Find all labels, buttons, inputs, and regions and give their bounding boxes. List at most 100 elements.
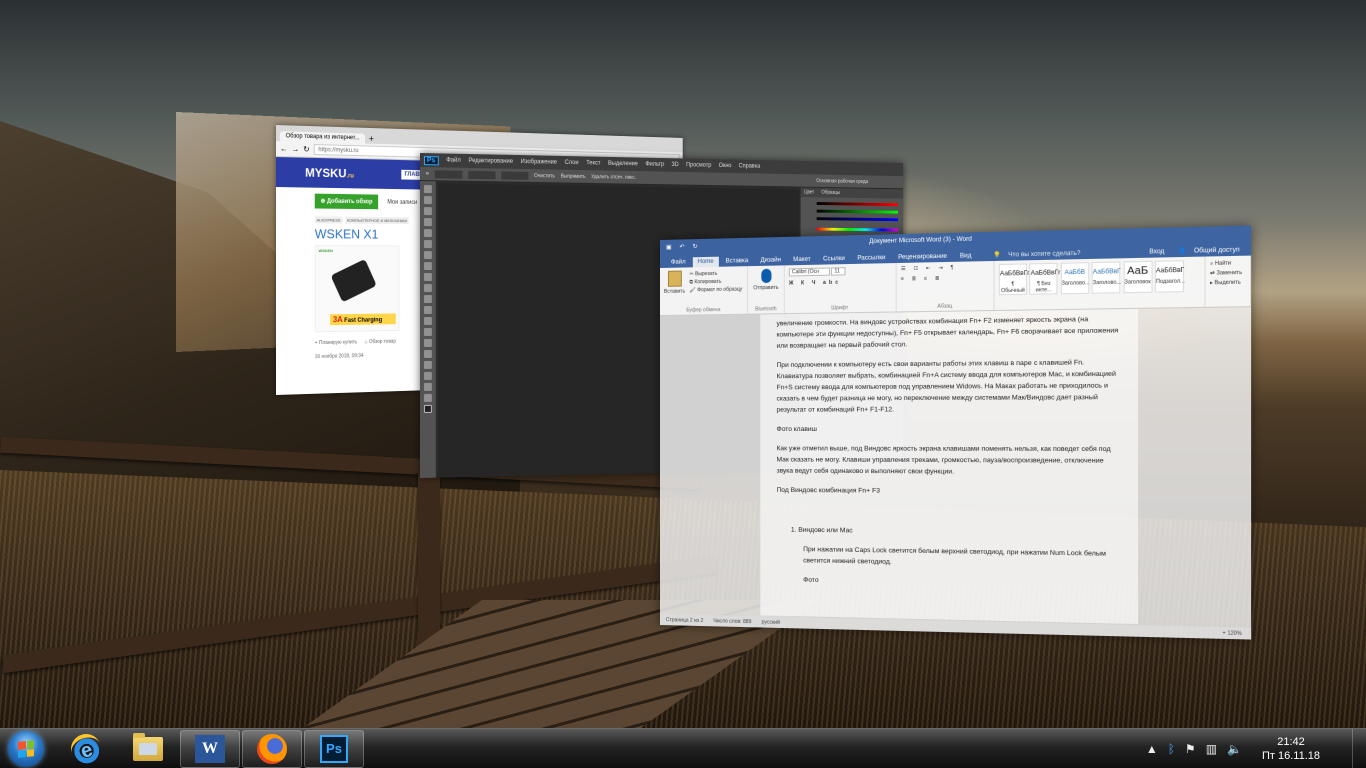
document-page[interactable]: увеличение громкости. На виндовс устройс… — [760, 308, 1139, 625]
show-desktop-button[interactable] — [1352, 728, 1366, 768]
ps-menu-item[interactable]: Изображение — [521, 159, 557, 166]
lasso-tool-icon[interactable] — [423, 207, 432, 216]
path-tool-icon[interactable] — [423, 360, 432, 369]
ratio-field[interactable] — [434, 169, 463, 179]
brush-tool-icon[interactable] — [423, 262, 432, 271]
word-count[interactable]: Число слов: 889 — [713, 618, 751, 625]
tab-color[interactable]: Цвет — [804, 190, 814, 196]
word-window[interactable]: ▣ ↶ ↻ Документ Microsoft Word (3) - Word… — [660, 225, 1252, 640]
my-notes-link[interactable]: Мои записи — [387, 200, 417, 206]
review-link[interactable]: ⌂ Обзор товар — [365, 339, 396, 345]
delete-cropped-checkbox[interactable]: Удалить отсеч. пикс. — [591, 174, 636, 181]
eyedropper-tool-icon[interactable] — [423, 240, 432, 249]
clear-button[interactable]: Очистить — [534, 173, 555, 179]
ps-menu-item[interactable]: 3D — [672, 162, 679, 168]
taskbar-photoshop[interactable]: Ps — [304, 729, 364, 768]
green-slider[interactable] — [816, 209, 898, 214]
blue-slider[interactable] — [816, 217, 898, 222]
font-name-select[interactable]: Calibri (Осн — [788, 267, 830, 277]
signin-link[interactable]: Вход — [1144, 247, 1170, 258]
ps-menu-item[interactable]: Выделение — [608, 161, 638, 167]
bluetooth-tray-icon[interactable]: ᛒ — [1168, 742, 1175, 756]
tab-references[interactable]: Ссылки — [818, 254, 850, 265]
font-format-buttons[interactable]: Ж К Ч abc — [789, 279, 892, 287]
pen-tool-icon[interactable] — [423, 338, 432, 347]
redo-icon[interactable]: ↻ — [693, 243, 698, 250]
ps-menu-item[interactable]: Фильтр — [645, 162, 664, 168]
ps-menu-item[interactable]: Редактирование — [469, 158, 513, 165]
dodge-tool-icon[interactable] — [423, 327, 432, 336]
zoom-level[interactable]: + 120% — [1222, 630, 1242, 637]
ps-menu-item[interactable]: Окно — [719, 163, 732, 169]
height-field[interactable] — [501, 171, 529, 180]
tag[interactable]: ALIEXPRESS — [314, 216, 343, 224]
straighten-button[interactable]: Выпрямить — [561, 173, 586, 179]
style-title[interactable]: АаБ Заголовок — [1123, 260, 1153, 294]
action-center-icon[interactable]: ⚑ — [1185, 742, 1196, 756]
add-review-button[interactable]: ⊕ Добавить обзор — [314, 193, 379, 210]
volume-icon[interactable]: 🔈 — [1227, 742, 1242, 756]
ps-menu-item[interactable]: Просмотр — [686, 162, 711, 168]
show-hidden-icons-icon[interactable]: ▲ — [1146, 742, 1158, 756]
product-image[interactable]: WSKEN 3A Fast Charging — [314, 245, 400, 333]
move-tool-icon[interactable] — [423, 185, 432, 194]
ps-menu-item[interactable]: Текст — [586, 160, 600, 166]
heal-tool-icon[interactable] — [423, 251, 432, 260]
bluetooth-icon[interactable] — [760, 268, 771, 284]
list-buttons[interactable]: ☰ ☷ ⇤ ⇥ ¶ — [901, 264, 989, 272]
color-swatch-icon[interactable] — [423, 404, 432, 413]
desktop-background[interactable]: Обзор товара из интернет... + ← → ↻ http… — [0, 0, 1366, 728]
stamp-tool-icon[interactable] — [423, 273, 432, 282]
zoom-tool-icon[interactable] — [423, 393, 432, 402]
gradient-tool-icon[interactable] — [423, 306, 432, 315]
taskbar-internet-explorer[interactable]: e — [56, 729, 116, 768]
style-heading-2[interactable]: АаБбВвГ Заголово... — [1091, 261, 1121, 294]
spectrum-bar[interactable] — [816, 227, 898, 232]
wand-tool-icon[interactable] — [423, 218, 432, 227]
tab-view[interactable]: Вид — [955, 251, 977, 262]
start-button[interactable] — [8, 730, 44, 767]
style-subtitle[interactable]: АаБбВвГ Подзагол... — [1154, 260, 1185, 293]
network-icon[interactable]: ▥ — [1206, 742, 1217, 756]
forward-arrow-icon[interactable]: → — [292, 144, 300, 153]
tag[interactable]: КОМПЬЮТЕРНОЕ И МЕЛОЧЁВКИ — [345, 216, 409, 225]
hand-tool-icon[interactable] — [423, 382, 432, 391]
font-size-select[interactable]: 11 — [831, 267, 846, 276]
history-brush-icon[interactable] — [423, 284, 432, 293]
workspace-select[interactable]: Основная рабочая среда — [816, 178, 868, 185]
tab-design[interactable]: Дизайн — [755, 255, 786, 266]
align-buttons[interactable]: ≡ ≣ ≡ ≣ — [901, 275, 989, 283]
send-button[interactable]: Отправить — [753, 285, 778, 292]
select-button[interactable]: ▸ Выделить — [1210, 278, 1245, 288]
undo-icon[interactable]: ↶ — [680, 243, 685, 250]
ps-menu-item[interactable]: Файл — [446, 158, 460, 164]
eraser-tool-icon[interactable] — [423, 295, 432, 304]
clock[interactable]: 21:42 Пт 16.11.18 — [1262, 735, 1320, 763]
taskbar-word[interactable]: W — [180, 729, 240, 768]
new-tab-icon[interactable]: + — [369, 134, 374, 144]
paste-button[interactable]: Вставить — [664, 270, 685, 295]
tab-file[interactable]: Файл — [666, 257, 691, 268]
shape-tool-icon[interactable] — [423, 371, 432, 380]
style-normal[interactable]: АаБбВвГг ¶ Обычный — [998, 263, 1030, 296]
style-no-spacing[interactable]: АаБбВвГг ¶ Без инте... — [1029, 262, 1061, 295]
crop-tool-icon[interactable] — [423, 229, 432, 238]
taskbar-firefox[interactable] — [242, 729, 302, 768]
width-field[interactable] — [468, 170, 496, 179]
red-slider[interactable] — [816, 202, 898, 207]
save-icon[interactable]: ▣ — [666, 243, 672, 250]
tab-swatches[interactable]: Образцы — [821, 190, 840, 196]
type-tool-icon[interactable] — [423, 349, 432, 358]
tab-layout[interactable]: Макет — [788, 255, 816, 266]
ps-menu-item[interactable]: Слои — [565, 160, 579, 166]
back-arrow-icon[interactable]: ← — [280, 144, 288, 153]
crop-tool-icon[interactable]: ⌗ — [426, 171, 429, 177]
tab-home[interactable]: Home — [692, 256, 719, 268]
style-heading-1[interactable]: АаБбВ Заголово... — [1060, 262, 1090, 295]
ps-menu-item[interactable]: Справка — [739, 163, 760, 169]
reload-icon[interactable]: ↻ — [303, 145, 309, 154]
tab-insert[interactable]: Вставка — [721, 256, 754, 267]
buy-link[interactable]: + Планирую купить — [315, 339, 357, 346]
blur-tool-icon[interactable] — [423, 316, 432, 325]
taskbar-explorer[interactable] — [118, 730, 178, 768]
